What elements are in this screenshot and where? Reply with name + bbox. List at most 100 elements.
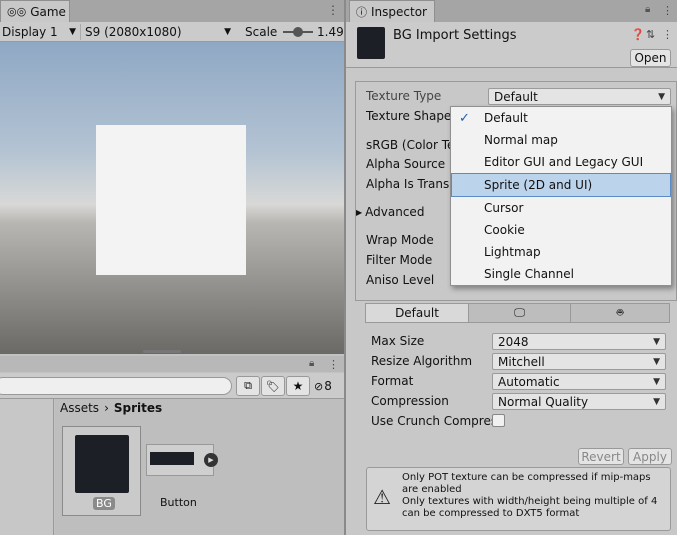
menu-item-normal-map[interactable]: Normal map: [451, 129, 671, 151]
menu-item-cookie[interactable]: Cookie: [451, 219, 671, 241]
presets-icon[interactable]: ⇅: [646, 28, 655, 41]
bg-thumbnail: [75, 435, 129, 493]
asset-button[interactable]: ▶ Button: [146, 444, 218, 510]
monitor-icon: 🖵: [514, 306, 525, 319]
platform-tab-default[interactable]: Default: [366, 304, 469, 322]
chevron-down-icon: ▼: [653, 356, 660, 367]
compression-value: Normal Quality: [498, 394, 589, 409]
filter-mode-label: Filter Mode: [366, 253, 433, 267]
breadcrumb-assets[interactable]: Assets: [60, 401, 99, 415]
revert-button[interactable]: Revert: [578, 448, 624, 465]
project-header: [0, 356, 344, 372]
display-select-label: Display 1: [2, 25, 58, 39]
wrap-mode-label: Wrap Mode: [366, 233, 434, 247]
apply-button[interactable]: Apply: [628, 448, 672, 465]
open-button[interactable]: Open: [630, 49, 671, 67]
menu-item-editor-gui[interactable]: Editor GUI and Legacy GUI: [451, 151, 671, 173]
format-select[interactable]: Automatic ▼: [492, 373, 666, 390]
compression-select[interactable]: Normal Quality ▼: [492, 393, 666, 410]
play-icon[interactable]: ▶: [204, 453, 218, 467]
chevron-down-icon: ▼: [69, 27, 76, 37]
alpha-is-transparency-label: Alpha Is Transp: [366, 177, 457, 191]
breadcrumb-separator: ›: [104, 401, 109, 415]
menu-item-cursor[interactable]: Cursor: [451, 197, 671, 219]
game-white-sprite: [96, 125, 246, 275]
game-tab-menu-icon[interactable]: ⋮: [327, 3, 339, 17]
platform-tab-standalone[interactable]: 🖵: [469, 304, 571, 322]
tab-game[interactable]: ◎◎ Game: [0, 0, 70, 22]
favorite-button[interactable]: ★: [286, 376, 310, 396]
format-value: Automatic: [498, 374, 560, 389]
max-size-select[interactable]: 2048 ▼: [492, 333, 666, 350]
checkmark-icon: ✓: [459, 110, 470, 126]
scale-slider[interactable]: [283, 27, 313, 37]
chevron-down-icon: ▼: [653, 396, 660, 407]
resize-algorithm-select[interactable]: Mitchell ▼: [492, 353, 666, 370]
header-menu-icon[interactable]: ⋮: [662, 28, 673, 41]
use-crunch-label: Use Crunch Compres: [371, 414, 498, 428]
hidden-packages-toggle[interactable]: ⊘ 8: [314, 379, 332, 393]
warning-text-2: Only textures with width/height being mu…: [402, 496, 658, 519]
menu-item-single-channel-label: Single Channel: [484, 267, 574, 281]
info-icon: ⓘ: [356, 5, 367, 19]
project-search-input[interactable]: [0, 377, 232, 395]
menu-item-single-channel[interactable]: Single Channel: [451, 263, 671, 285]
revert-button-label: Revert: [581, 449, 621, 464]
menu-item-default-label: Default: [484, 111, 528, 125]
max-size-label: Max Size: [371, 334, 425, 348]
breadcrumb-sprites[interactable]: Sprites: [114, 401, 162, 415]
tag-icon: 🏷︎: [266, 379, 280, 393]
chevron-down-icon: ▼: [658, 91, 665, 102]
scale-slider-handle[interactable]: [293, 27, 303, 37]
filter-type-icon: ⧉: [244, 379, 252, 392]
menu-item-normal-map-label: Normal map: [484, 133, 558, 147]
help-icon[interactable]: ❓: [631, 28, 645, 41]
aniso-level-label: Aniso Level: [366, 273, 435, 287]
open-button-label: Open: [634, 51, 667, 65]
lock-icon[interactable]: 🔒︎: [645, 4, 650, 15]
texture-thumbnail-icon: [357, 27, 385, 59]
menu-item-cursor-label: Cursor: [484, 201, 524, 215]
menu-item-editor-gui-label: Editor GUI and Legacy GUI: [484, 155, 644, 169]
inspector-menu-icon[interactable]: ⋮: [662, 4, 673, 17]
inspector-title: BG Import Settings: [393, 28, 517, 43]
use-crunch-checkbox[interactable]: [492, 414, 505, 427]
resolution-select[interactable]: S9 (2080x1080) ▼: [80, 24, 235, 40]
alpha-source-label: Alpha Source: [366, 157, 446, 171]
advanced-foldout[interactable]: ▶ Advanced: [356, 205, 424, 219]
resize-algorithm-label: Resize Algorithm: [371, 354, 473, 368]
advanced-label: Advanced: [365, 205, 425, 219]
menu-item-default[interactable]: ✓ Default: [451, 107, 671, 129]
asset-bg[interactable]: BG: [62, 426, 141, 516]
menu-item-lightmap[interactable]: Lightmap: [451, 241, 671, 263]
apply-button-label: Apply: [633, 449, 667, 464]
filter-type-button[interactable]: ⧉: [236, 376, 260, 396]
compression-label: Compression: [371, 394, 449, 408]
texture-type-value: Default: [494, 89, 538, 104]
project-folder-tree[interactable]: [0, 399, 54, 535]
platform-tabs: Default 🖵 🤖︎: [365, 303, 670, 323]
srgb-label: sRGB (Color Te: [366, 138, 455, 152]
platform-tab-android[interactable]: 🤖︎: [571, 304, 669, 322]
breadcrumb: Assets › Sprites: [60, 401, 162, 415]
scale-label: Scale: [245, 25, 278, 39]
tab-inspector[interactable]: ⓘ Inspector: [349, 0, 435, 22]
tab-inspector-label: Inspector: [371, 4, 427, 19]
project-menu-icon[interactable]: ⋮: [328, 358, 339, 371]
eye-slash-icon: ⊘: [314, 379, 324, 393]
menu-item-sprite-label: Sprite (2D and UI): [484, 178, 593, 192]
filter-label-button[interactable]: 🏷︎: [261, 376, 285, 396]
viewport-scrollbar[interactable]: [143, 350, 181, 353]
chevron-down-icon: ▼: [653, 376, 660, 387]
warning-helpbox: ⚠ Only POT texture can be compressed if …: [366, 467, 671, 531]
warning-text-1: Only POT texture can be compressed if mi…: [402, 472, 651, 495]
menu-item-sprite[interactable]: Sprite (2D and UI): [451, 173, 671, 197]
texture-type-select[interactable]: Default ▼: [488, 88, 671, 105]
platform-tab-default-label: Default: [395, 306, 439, 320]
display-select[interactable]: Display 1 ▼: [2, 24, 76, 40]
chevron-down-icon: ▼: [224, 27, 231, 37]
warning-icon: ⚠: [373, 485, 391, 509]
lock-icon[interactable]: 🔒︎: [309, 358, 314, 369]
android-icon: 🤖︎: [616, 305, 624, 319]
texture-type-label: Texture Type: [366, 89, 442, 103]
